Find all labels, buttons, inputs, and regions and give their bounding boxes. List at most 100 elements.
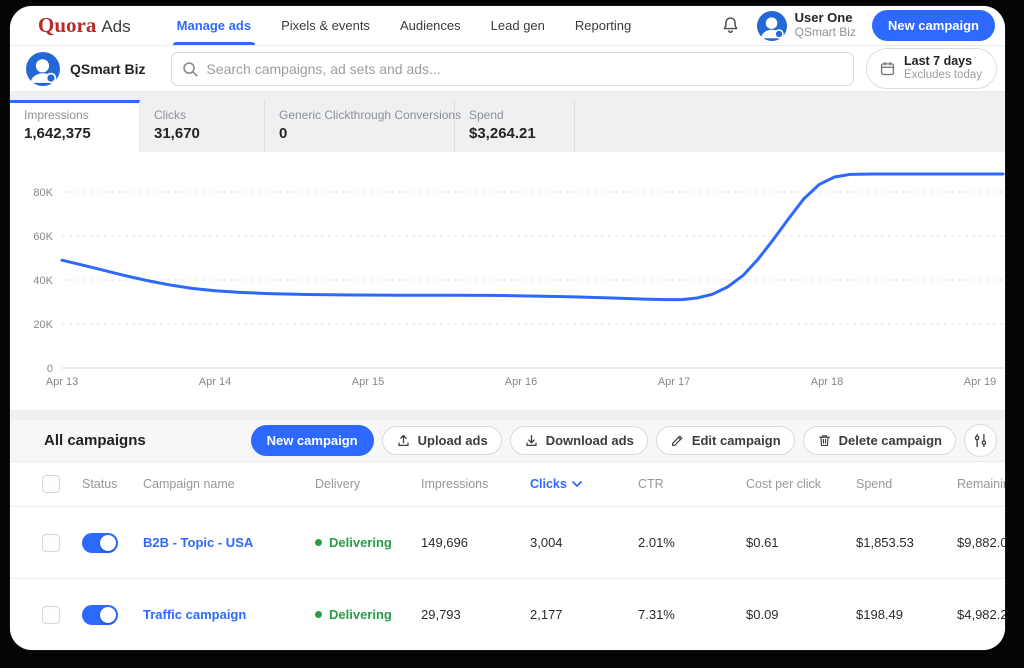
sort-chevron-down-icon — [572, 481, 582, 487]
svg-text:Apr 13: Apr 13 — [46, 376, 78, 388]
ads-logo-suffix: Ads — [101, 17, 130, 37]
cell-cost-per-click: $0.61 — [746, 535, 856, 550]
calendar-icon — [879, 60, 896, 77]
svg-text:Apr 16: Apr 16 — [505, 376, 537, 388]
top-nav: Quora Ads Manage ads Pixels & events Aud… — [10, 6, 1005, 46]
metric-tab-conversions[interactable]: Generic Clickthrough Conversions 0 — [265, 100, 455, 152]
delete-campaign-label: Delete campaign — [839, 433, 942, 448]
status-toggle[interactable] — [82, 605, 118, 625]
edit-campaign-button[interactable]: Edit campaign — [656, 426, 795, 455]
cell-ctr: 2.01% — [638, 535, 746, 550]
metric-value: 0 — [279, 125, 454, 142]
metric-label: Clicks — [154, 108, 264, 122]
delete-campaign-button[interactable]: Delete campaign — [803, 426, 956, 455]
delivering-dot-icon — [315, 611, 322, 618]
cell-spend: $198.49 — [856, 607, 957, 622]
column-header-remaining[interactable]: Remaining — [957, 477, 1005, 491]
column-header-clicks[interactable]: Clicks — [530, 477, 638, 491]
subheader: QSmart Biz Last 7 days Excludes today — [10, 46, 1005, 92]
delivering-dot-icon — [315, 539, 322, 546]
column-header-campaign-name[interactable]: Campaign name — [143, 477, 315, 491]
user-menu[interactable]: User One QSmart Biz — [757, 11, 856, 41]
date-range-button[interactable]: Last 7 days Excludes today — [866, 48, 997, 89]
upload-ads-label: Upload ads — [418, 433, 488, 448]
date-range-label: Last 7 days — [904, 54, 982, 69]
status-toggle[interactable] — [82, 533, 118, 553]
select-all-checkbox[interactable] — [42, 475, 60, 493]
pencil-icon — [670, 433, 685, 448]
upload-ads-button[interactable]: Upload ads — [382, 426, 502, 455]
new-campaign-button[interactable]: New campaign — [251, 425, 374, 456]
column-header-ctr[interactable]: CTR — [638, 477, 746, 491]
column-header-delivery[interactable]: Delivery — [315, 477, 421, 491]
campaign-name-link[interactable]: B2B - Topic - USA — [143, 535, 315, 550]
svg-text:Apr 15: Apr 15 — [352, 376, 384, 388]
quora-ads-logo[interactable]: Quora Ads — [38, 13, 131, 38]
user-org: QSmart Biz — [795, 26, 856, 40]
edit-campaign-label: Edit campaign — [692, 433, 781, 448]
svg-text:Apr 19: Apr 19 — [964, 376, 996, 388]
new-campaign-button-top[interactable]: New campaign — [872, 10, 995, 41]
nav-tab-manage-ads[interactable]: Manage ads — [177, 6, 251, 45]
delivery-status: Delivering — [315, 607, 421, 622]
row-checkbox[interactable] — [42, 534, 60, 552]
metric-label: Generic Clickthrough Conversions — [279, 108, 454, 122]
column-header-status[interactable]: Status — [82, 477, 143, 491]
nav-tab-reporting[interactable]: Reporting — [575, 6, 631, 45]
svg-text:Apr 18: Apr 18 — [811, 376, 843, 388]
delivery-status: Delivering — [315, 535, 421, 550]
campaigns-toolbar: All campaigns New campaign Upload ads Do… — [10, 420, 1005, 462]
table-row: B2B - Topic - USA Delivering 149,696 3,0… — [10, 506, 1005, 578]
nav-tab-lead-gen[interactable]: Lead gen — [491, 6, 545, 45]
nav-tabs: Manage ads Pixels & events Audiences Lea… — [177, 6, 632, 45]
impressions-chart-card: 020K40K60K80KApr 13Apr 14Apr 15Apr 16Apr… — [10, 152, 1005, 410]
account-selector[interactable]: QSmart Biz — [26, 52, 145, 86]
date-range-texts: Last 7 days Excludes today — [904, 54, 982, 83]
download-ads-label: Download ads — [546, 433, 634, 448]
metric-tab-spend[interactable]: Spend $3,264.21 — [455, 100, 575, 152]
date-range-note: Excludes today — [904, 69, 982, 83]
nav-tab-audiences[interactable]: Audiences — [400, 6, 461, 45]
cell-clicks: 2,177 — [530, 607, 638, 622]
metric-value: 1,642,375 — [24, 125, 139, 142]
account-avatar — [26, 52, 60, 86]
metric-tab-clicks[interactable]: Clicks 31,670 — [140, 100, 265, 152]
column-header-spend[interactable]: Spend — [856, 477, 957, 491]
search-input[interactable] — [171, 52, 854, 86]
column-header-impressions[interactable]: Impressions — [421, 477, 530, 491]
metric-tabs: Impressions 1,642,375 Clicks 31,670 Gene… — [10, 100, 1005, 152]
cell-cost-per-click: $0.09 — [746, 607, 856, 622]
delivery-label: Delivering — [329, 607, 392, 622]
user-name: User One — [795, 11, 856, 26]
metric-value: $3,264.21 — [469, 125, 574, 142]
download-icon — [524, 433, 539, 448]
sliders-icon — [972, 432, 989, 449]
cell-impressions: 149,696 — [421, 535, 530, 550]
metric-tab-impressions[interactable]: Impressions 1,642,375 — [10, 100, 140, 152]
column-header-cost-per-click[interactable]: Cost per click — [746, 477, 856, 491]
notifications-bell-icon[interactable] — [720, 15, 741, 36]
svg-text:0: 0 — [47, 363, 53, 375]
clicks-header-label: Clicks — [530, 477, 567, 491]
cell-clicks: 3,004 — [530, 535, 638, 550]
search-box — [171, 52, 854, 86]
svg-text:40K: 40K — [33, 275, 53, 287]
metric-tabs-filler — [575, 100, 1005, 152]
cell-spend: $1,853.53 — [856, 535, 957, 550]
toggle-knob — [100, 607, 116, 623]
metric-label: Impressions — [24, 108, 139, 122]
nav-tab-pixels-events[interactable]: Pixels & events — [281, 6, 370, 45]
metric-label: Spend — [469, 108, 574, 122]
download-ads-button[interactable]: Download ads — [510, 426, 648, 455]
quora-logo-text: Quora — [38, 13, 96, 38]
campaign-name-link[interactable]: Traffic campaign — [143, 607, 315, 622]
row-checkbox[interactable] — [42, 606, 60, 624]
upload-icon — [396, 433, 411, 448]
metric-value: 31,670 — [154, 125, 264, 142]
user-info: User One QSmart Biz — [795, 11, 856, 40]
svg-text:Apr 17: Apr 17 — [658, 376, 690, 388]
filter-columns-button[interactable] — [964, 424, 997, 457]
cell-remaining: $9,882.08 — [957, 535, 1005, 550]
svg-text:Apr 14: Apr 14 — [199, 376, 231, 388]
svg-text:80K: 80K — [33, 187, 53, 199]
